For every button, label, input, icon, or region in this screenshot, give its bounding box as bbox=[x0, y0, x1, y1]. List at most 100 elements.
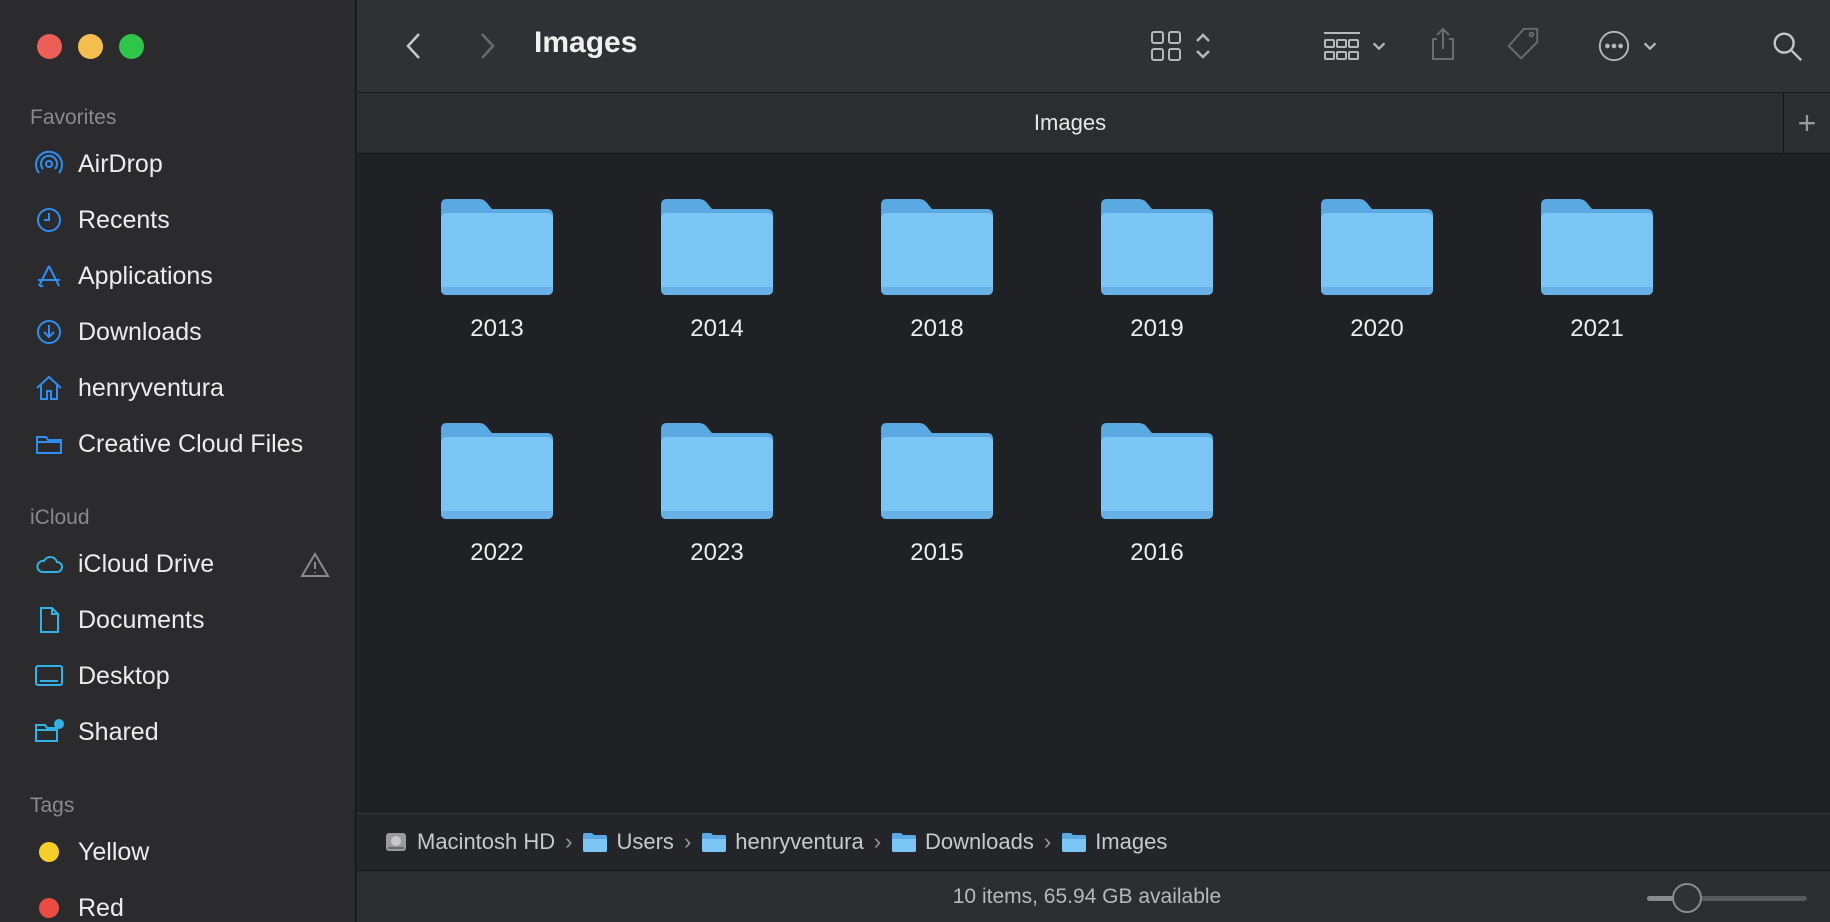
folder-item[interactable]: 2015 bbox=[857, 419, 1017, 599]
search-button[interactable] bbox=[1765, 24, 1809, 68]
zoom-window-button[interactable] bbox=[119, 34, 144, 59]
folder-item[interactable]: 2020 bbox=[1297, 195, 1457, 375]
slider-knob[interactable] bbox=[1672, 883, 1702, 913]
chevron-left-icon bbox=[406, 33, 420, 59]
sidebar-item-label: Desktop bbox=[78, 661, 170, 690]
folder-item[interactable]: 2021 bbox=[1517, 195, 1677, 375]
folder-item[interactable]: 2016 bbox=[1077, 419, 1237, 599]
sidebar-item-label: Documents bbox=[78, 605, 205, 634]
more-icon bbox=[1598, 30, 1630, 62]
airdrop-icon bbox=[30, 149, 68, 179]
sidebar-item-shared[interactable]: Shared bbox=[30, 710, 330, 754]
sidebar-item-home[interactable]: henryventura bbox=[30, 366, 330, 410]
folder-label: 2023 bbox=[690, 539, 744, 566]
folder-label: 2014 bbox=[690, 315, 744, 342]
icloud-section-title: iCloud bbox=[30, 506, 90, 529]
clock-icon bbox=[30, 205, 68, 235]
sidebar-item-recents[interactable]: Recents bbox=[30, 198, 330, 242]
path-crumb[interactable]: Users bbox=[582, 829, 674, 855]
folder-item[interactable]: 2014 bbox=[637, 195, 797, 375]
path-crumb-label: Users bbox=[616, 829, 674, 854]
new-tab-button[interactable]: + bbox=[1783, 93, 1830, 153]
status-bar: 10 items, 65.94 GB available bbox=[357, 870, 1830, 922]
favorites-section-title: Favorites bbox=[30, 106, 117, 129]
sidebar-item-label: AirDrop bbox=[78, 149, 163, 178]
folder-item[interactable]: 2023 bbox=[637, 419, 797, 599]
folder-item[interactable]: 2018 bbox=[857, 195, 1017, 375]
window-title: Images bbox=[534, 26, 638, 59]
warning-icon[interactable] bbox=[300, 550, 330, 587]
folder-icon bbox=[892, 833, 917, 852]
icon-size-slider[interactable] bbox=[1647, 883, 1807, 913]
sidebar-item-label: iCloud Drive bbox=[78, 549, 215, 578]
folder-grid: 2013 2014 2018 2019 2020 2021 2022 2023 … bbox=[357, 155, 1830, 813]
path-crumb-label: Images bbox=[1095, 829, 1168, 854]
sidebar-item-tag-yellow[interactable]: Yellow bbox=[30, 830, 330, 874]
folder-icon bbox=[1321, 199, 1433, 295]
chevron-down-icon bbox=[1643, 42, 1657, 51]
folder-icon bbox=[1541, 199, 1653, 295]
sidebar-item-icloud-drive[interactable]: iCloud Drive bbox=[30, 542, 330, 586]
applications-icon bbox=[30, 261, 68, 291]
folder-label: 2013 bbox=[470, 315, 524, 342]
sidebar-item-desktop[interactable]: Desktop bbox=[30, 654, 330, 698]
path-crumb[interactable]: Macintosh HD bbox=[383, 829, 555, 855]
tag-icon bbox=[1507, 27, 1539, 60]
hard-drive-icon bbox=[386, 833, 406, 851]
desktop-icon bbox=[30, 661, 68, 691]
group-grid-icon bbox=[1324, 32, 1360, 60]
share-button[interactable] bbox=[1423, 22, 1463, 66]
sidebar-item-label: Downloads bbox=[78, 317, 202, 346]
up-down-chevron-icon bbox=[1196, 33, 1210, 59]
folder-icon bbox=[30, 429, 68, 459]
toolbar: Images bbox=[357, 0, 1830, 92]
sidebar-item-downloads[interactable]: Downloads bbox=[30, 310, 330, 354]
folder-icon bbox=[881, 199, 993, 295]
close-window-button[interactable] bbox=[37, 34, 62, 59]
sidebar-item-label: Shared bbox=[78, 717, 159, 746]
cloud-icon bbox=[30, 549, 68, 579]
folder-icon bbox=[661, 199, 773, 295]
minimize-window-button[interactable] bbox=[78, 34, 103, 59]
path-crumb[interactable]: Images bbox=[1061, 829, 1167, 855]
window-controls bbox=[37, 34, 144, 59]
folder-icon bbox=[441, 423, 553, 519]
sidebar-item-creative-cloud-files[interactable]: Creative Cloud Files bbox=[30, 422, 330, 466]
folder-icon bbox=[1062, 833, 1087, 852]
forward-button[interactable] bbox=[470, 26, 504, 66]
search-icon bbox=[1773, 32, 1803, 62]
sidebar-item-applications[interactable]: Applications bbox=[30, 254, 330, 298]
path-crumb-label: Downloads bbox=[925, 829, 1034, 854]
back-button[interactable] bbox=[397, 26, 431, 66]
folder-label: 2022 bbox=[470, 539, 524, 566]
folder-icon bbox=[661, 423, 773, 519]
path-crumb[interactable]: henryventura bbox=[701, 829, 864, 855]
sidebar-item-label: Yellow bbox=[78, 837, 150, 866]
folder-item[interactable]: 2013 bbox=[417, 195, 577, 375]
folder-item[interactable]: 2022 bbox=[417, 419, 577, 599]
document-icon bbox=[30, 605, 68, 635]
status-text: 10 items, 65.94 GB available bbox=[952, 885, 1222, 908]
folder-label: 2015 bbox=[910, 539, 964, 566]
sidebar-item-tag-red[interactable]: Red bbox=[30, 886, 330, 922]
sidebar-item-label: henryventura bbox=[78, 373, 224, 402]
path-crumb-label: henryventura bbox=[735, 829, 864, 854]
chevron-right-icon: › bbox=[565, 829, 573, 854]
folder-icon bbox=[1101, 199, 1213, 295]
path-crumb[interactable]: Downloads bbox=[891, 829, 1034, 855]
download-icon bbox=[30, 317, 68, 347]
tab-images[interactable]: Images bbox=[357, 93, 1783, 153]
shared-folder-icon bbox=[30, 717, 68, 747]
view-mode-button[interactable] bbox=[1141, 26, 1221, 66]
tag-button[interactable] bbox=[1501, 22, 1545, 66]
sidebar-item-documents[interactable]: Documents bbox=[30, 598, 330, 642]
grid-icon bbox=[1151, 31, 1181, 61]
chevron-right-icon: › bbox=[1043, 829, 1052, 854]
home-icon bbox=[30, 373, 68, 403]
sidebar-item-airdrop[interactable]: AirDrop bbox=[30, 142, 330, 186]
chevron-right-icon: › bbox=[683, 829, 692, 854]
group-button[interactable] bbox=[1317, 26, 1393, 66]
folder-item[interactable]: 2019 bbox=[1077, 195, 1237, 375]
more-actions-button[interactable] bbox=[1591, 24, 1665, 68]
folder-label: 2018 bbox=[910, 315, 964, 342]
